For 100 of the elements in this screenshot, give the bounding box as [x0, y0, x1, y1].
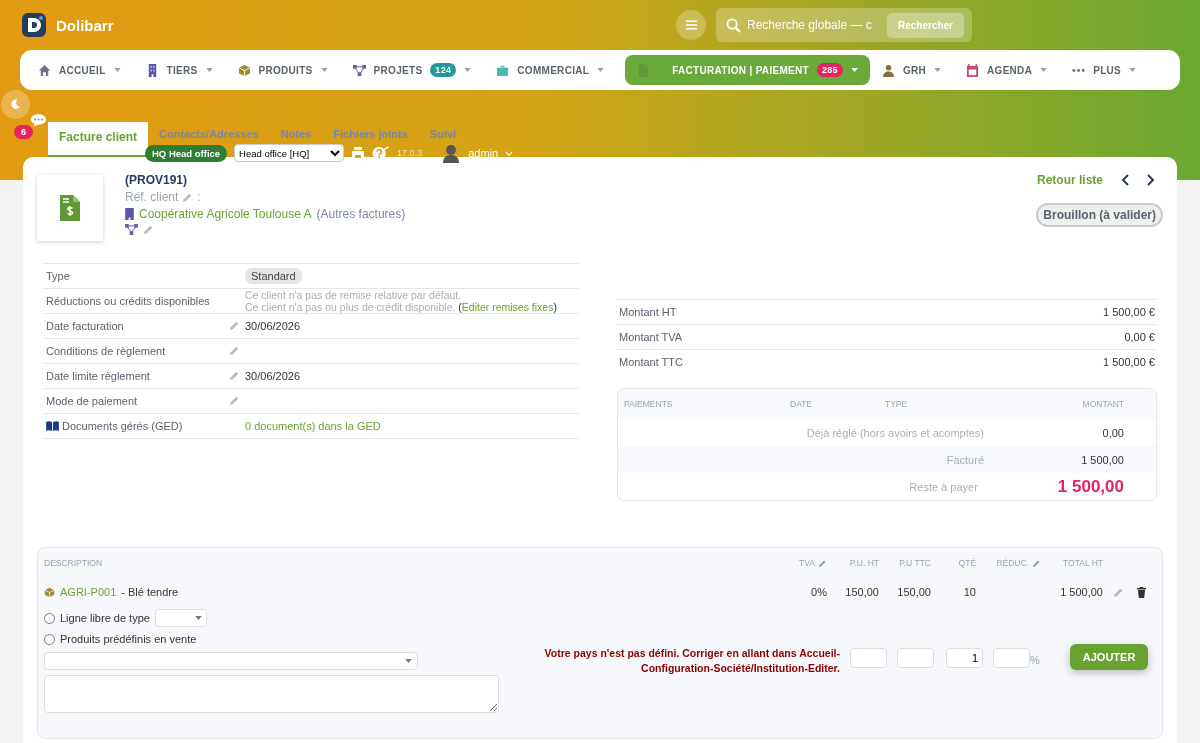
- caret-icon: [320, 68, 328, 72]
- pencil-icon[interactable]: [229, 319, 240, 331]
- column-header: RÉDUC.: [996, 558, 1029, 568]
- payment-amount: 1 500,00: [1057, 476, 1124, 497]
- product-select[interactable]: [44, 652, 418, 670]
- product-link[interactable]: AGRI-P001: [60, 586, 117, 598]
- pencil-icon[interactable]: [1032, 558, 1041, 568]
- pencil-icon[interactable]: [229, 369, 240, 381]
- status-badge: Brouillon (à valider): [1036, 203, 1163, 227]
- next-icon[interactable]: [1147, 174, 1155, 186]
- caret-icon: [464, 68, 472, 72]
- tab[interactable]: Facture client: [48, 122, 149, 157]
- quantity-field[interactable]: 1: [946, 648, 983, 668]
- payment-amount: 0,00: [1101, 426, 1124, 439]
- product-box-icon: [44, 586, 55, 598]
- menu-item[interactable]: PLUS: [1068, 55, 1150, 85]
- field-label: Documents gérés (GED): [62, 420, 183, 432]
- menu-item[interactable]: PRODUITS: [233, 55, 341, 85]
- column-header: TVA: [799, 558, 815, 568]
- previous-icon[interactable]: [1121, 174, 1129, 186]
- pencil-icon[interactable]: [1113, 586, 1124, 598]
- radio-button[interactable]: [44, 633, 55, 645]
- field-label: Date facturation: [46, 320, 124, 332]
- entity-select[interactable]: Head office [HQ]: [234, 144, 345, 162]
- dolibarr-logo-icon[interactable]: [22, 13, 46, 37]
- caret-icon: [934, 68, 942, 72]
- caret-icon: [850, 68, 858, 72]
- notification-count: 6: [14, 125, 33, 139]
- entity-badge[interactable]: HQ Head office: [145, 144, 228, 162]
- product-label: - Blé tendre: [121, 586, 179, 598]
- total-value: 1 500,00 €: [1103, 306, 1155, 318]
- menu-item[interactable]: GRH: [877, 55, 955, 85]
- search-field[interactable]: Recherche globale — c: [747, 18, 881, 32]
- line-type-select[interactable]: [154, 609, 207, 627]
- version-label: 17.0.3: [397, 148, 423, 158]
- menu-item[interactable]: TIERS: [141, 55, 226, 85]
- back-to-list-link[interactable]: Retour liste: [1037, 173, 1103, 187]
- pencil-icon[interactable]: [182, 191, 194, 203]
- pencil-icon[interactable]: [143, 224, 154, 235]
- table-cell-text: 150,00: [896, 586, 931, 598]
- trash-icon[interactable]: [1137, 586, 1146, 598]
- caret-icon: [1129, 68, 1137, 72]
- option-label: Ligne libre de type: [60, 612, 150, 624]
- network-icon: [352, 63, 366, 77]
- menu-item[interactable]: FACTURATION | PAIEMENT 285: [625, 55, 870, 85]
- field-label: Date limite règlement: [46, 370, 150, 382]
- person-icon: [881, 63, 895, 77]
- building-icon: [125, 208, 134, 220]
- column-header: DATE: [790, 399, 814, 409]
- chat-bubble-icon[interactable]: [30, 113, 47, 127]
- thirdparty-link[interactable]: Coopérative Agricole Toulouse A: [139, 207, 312, 221]
- caret-icon: [194, 616, 202, 620]
- menu-item[interactable]: AGENDA: [962, 55, 1061, 85]
- search-icon: [726, 17, 741, 33]
- total-label: Montant TTC: [619, 356, 683, 368]
- calendar-icon: [966, 63, 980, 77]
- field-label: Réductions ou crédits disponibles: [46, 295, 210, 307]
- book-icon: [46, 421, 59, 431]
- field-value: 30/06/2026: [245, 320, 301, 332]
- table-cell-text: 1 500,00: [1059, 586, 1103, 598]
- column-header: P.U. HT: [849, 558, 879, 568]
- add-button[interactable]: AJOUTER: [1069, 644, 1149, 670]
- caret-icon: [1040, 68, 1048, 72]
- other-invoices-link[interactable]: (Autres factures): [316, 207, 406, 221]
- percent-sign: %: [1030, 654, 1040, 666]
- pencil-icon[interactable]: [818, 558, 827, 568]
- column-header: TYPE: [885, 399, 909, 409]
- column-header: QTÉ: [958, 558, 976, 568]
- menu-button[interactable]: [676, 10, 706, 40]
- pencil-icon[interactable]: [229, 344, 240, 356]
- field-label: Conditions de règlement: [46, 345, 166, 357]
- caret-icon: [113, 68, 121, 72]
- column-header: MONTANT: [1082, 399, 1125, 409]
- dark-mode-button[interactable]: [1, 90, 30, 119]
- menu-item[interactable]: PROJETS 124: [348, 55, 485, 85]
- price-field[interactable]: [850, 648, 887, 668]
- parenthesis: ): [553, 301, 557, 313]
- total-label: Montant HT: [619, 306, 677, 318]
- briefcase-icon: [496, 63, 510, 77]
- user-menu[interactable]: admin: [468, 147, 499, 159]
- print-icon[interactable]: [351, 146, 366, 160]
- payment-label: Déjà réglé (hors avoirs et acomptes): [806, 426, 984, 439]
- column-header: P.U TTC: [899, 558, 931, 568]
- radio-button[interactable]: [44, 612, 55, 624]
- project-icon[interactable]: [125, 224, 138, 235]
- user-avatar-icon[interactable]: [441, 143, 462, 163]
- app-name[interactable]: Dolibarr: [56, 16, 114, 34]
- warning-message: Votre pays n'est pas défini. Corriger en allant dans Accueil-Configuration-Société/Institution-Editer.: [543, 646, 840, 676]
- discount-field[interactable]: [993, 648, 1030, 668]
- menu-item[interactable]: COMMERCIAL: [492, 55, 618, 85]
- pencil-icon[interactable]: [229, 394, 240, 406]
- menu-item[interactable]: ACCUEIL: [34, 55, 134, 85]
- description-field[interactable]: [44, 675, 499, 713]
- caret-icon: [205, 68, 213, 72]
- price-ttc-field[interactable]: [897, 648, 934, 668]
- total-value: 0,00 €: [1124, 331, 1155, 343]
- type-tag: Standard: [245, 268, 302, 284]
- documents-link[interactable]: 0 document(s) dans la GED: [245, 420, 381, 432]
- field-label: Type: [46, 270, 70, 282]
- column-header: TOTAL HT: [1063, 558, 1103, 568]
